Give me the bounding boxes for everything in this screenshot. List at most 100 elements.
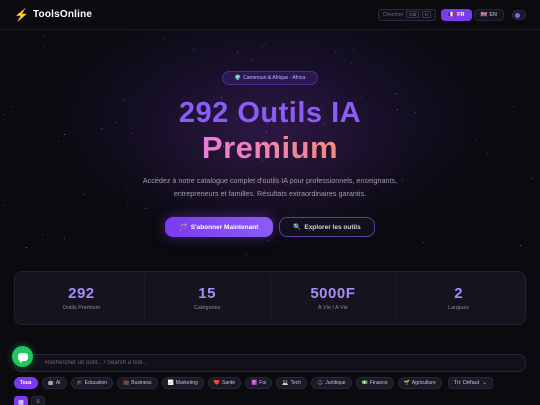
stat-label: Langues [448,305,470,311]
filter-ai[interactable]: 🤖 AI [41,377,67,389]
star [237,52,238,53]
sort-select[interactable]: Tri: Défaut ⌄ [447,377,493,389]
star [335,51,336,52]
whatsapp-chat-button[interactable] [12,346,33,367]
cross-icon: ✝️ [251,380,258,386]
filter-finance[interactable]: 💵 Finance [355,377,394,389]
star [246,254,247,255]
star [262,46,263,47]
graduation-cap-icon: 🎓 [76,380,83,386]
filter-label: Finance [369,380,388,386]
stats-panel: 292 Outils Premium 15 Catégories 5000F À… [14,271,526,325]
flag-uk-icon: 🇬🇧 [480,11,488,18]
stat-categories: 15 Catégories [145,276,271,320]
stat-label: Outils Premium [62,305,101,311]
filter-label: Foi [259,380,267,386]
language-switcher: 🇫🇷 FR 🇬🇧 EN [441,8,504,21]
explore-button[interactable]: 🔍 Explorer les outils [279,217,375,237]
category-filters: Tous 🤖 AI 🎓 Education 💼 Business 📈 Marketing… [14,377,493,389]
star [252,60,253,61]
lang-code: EN [489,11,497,18]
star [64,238,65,239]
logo[interactable]: ⚡ ToolsOnline [14,8,92,22]
search-icon: 🔍 [293,224,302,231]
explore-label: Explorer les outils [304,223,361,231]
star [423,242,424,243]
heart-icon: ❤️ [213,380,220,386]
list-view-button[interactable]: ≡ [31,396,45,405]
shortcut-label: Chercher [382,11,404,18]
hero-title-line2: Premium [0,130,540,166]
star [83,194,84,195]
magic-wand-icon: 🪄 [179,224,188,231]
subscribe-button[interactable]: 🪄 S'abonner Maintenant [165,217,273,237]
filter-sante[interactable]: ❤️ Santé [207,377,242,389]
stat-value: 2 [454,285,464,302]
search-input[interactable] [45,360,525,366]
star [351,63,352,64]
star [402,179,403,180]
stat-label: À Vie / A Vie [317,305,348,311]
cta-row: 🪄 S'abonner Maintenant 🔍 Explorer les ou… [0,217,540,237]
sort-label: Tri: Défaut [453,380,480,386]
lang-button-fr[interactable]: 🇫🇷 FR [441,8,472,21]
filter-juridique[interactable]: ⚖️ Juridique [311,377,352,389]
star [396,93,397,94]
star [242,52,243,53]
filter-label: Marketing [175,380,198,386]
starfield [0,0,540,405]
star [4,205,5,206]
lang-code: FR [457,11,465,18]
filter-all[interactable]: Tous [14,377,38,389]
stat-label: Catégories [193,305,221,311]
money-icon: 💵 [361,380,368,386]
star [44,47,45,48]
search-bar [14,354,526,372]
location-badge: 🌍 Cameroun & Afrique · Africa [222,71,318,85]
chevron-down-icon: ⌄ [482,380,487,386]
stat-price: 5000F À Vie / A Vie [271,276,397,320]
star [353,49,354,50]
laptop-icon: 💻 [282,380,289,386]
globe-icon: 🌍 [234,75,242,81]
star [532,178,533,179]
filter-marketing[interactable]: 📈 Marketing [161,377,204,389]
grid-icon: ▦ [18,399,24,405]
search-shortcut[interactable]: Chercher Ctrl K [377,8,437,21]
filter-label: Agriculture [411,380,436,386]
theme-toggle[interactable] [512,9,526,20]
lang-button-en[interactable]: 🇬🇧 EN [473,8,504,21]
filter-education[interactable]: 🎓 Education [70,377,114,389]
star [26,247,27,248]
hero-subtitle: Accédez à notre catalogue complet d'outi… [142,176,398,198]
filter-tech[interactable]: 💻 Tech [276,377,308,389]
filter-agriculture[interactable]: 🌱 Agriculture [397,377,442,389]
grid-view-button[interactable]: ▦ [14,396,28,405]
shortcut-key: Ctrl [406,11,420,18]
filter-business[interactable]: 💼 Business [117,377,158,389]
star [193,49,194,50]
filter-label: Santé [221,380,236,386]
stat-tools: 292 Outils Premium [19,276,145,320]
robot-icon: 🤖 [47,380,54,386]
star [73,69,74,70]
header-actions: Chercher Ctrl K 🇫🇷 FR 🇬🇧 EN [377,8,526,21]
chart-icon: 📈 [167,380,174,386]
logo-text: ToolsOnline [32,9,93,20]
star [520,245,521,246]
shortcut-key: K [422,11,432,18]
filter-label: Tous [20,380,32,386]
star [44,36,45,37]
filter-label: AI [55,380,61,386]
lightning-icon: ⚡ [14,7,29,22]
stat-value: 5000F [310,285,356,302]
subscribe-label: S'abonner Maintenant [190,223,259,231]
filter-foi[interactable]: ✝️ Foi [245,377,273,389]
filter-label: Business [131,380,152,386]
star [482,92,483,93]
filter-label: Juridique [325,380,346,386]
flag-fr-icon: 🇫🇷 [448,11,456,18]
star [268,240,269,241]
star [265,43,266,44]
star [446,70,447,71]
